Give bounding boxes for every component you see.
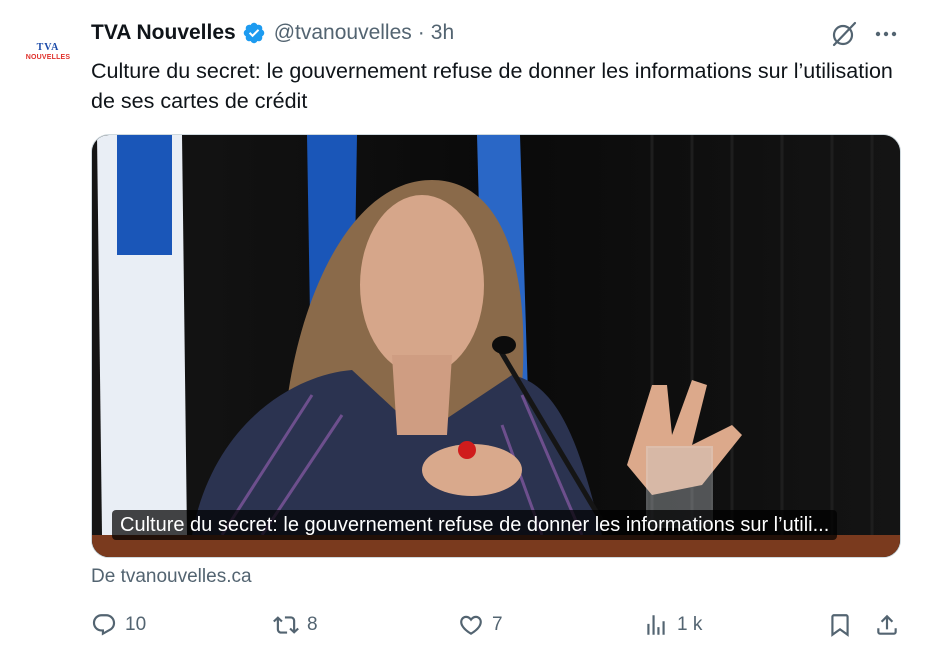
tweet-header: TVA Nouvelles @tvanouvelles · 3h bbox=[91, 19, 454, 47]
separator-dot: · bbox=[417, 21, 425, 44]
avatar-logo-top: TVA bbox=[36, 41, 60, 53]
avatar[interactable]: TVA NOUVELLES bbox=[16, 20, 80, 84]
card-source[interactable]: De tvanouvelles.ca bbox=[91, 566, 252, 588]
repost-icon bbox=[273, 616, 299, 634]
timestamp[interactable]: 3h bbox=[431, 21, 454, 45]
repost-button[interactable]: 8 bbox=[273, 608, 318, 642]
bookmark-icon bbox=[831, 614, 849, 637]
share-button[interactable] bbox=[874, 608, 900, 642]
like-count: 7 bbox=[492, 614, 503, 635]
grok-icon bbox=[832, 21, 857, 47]
tweet-text: Culture du secret: le gouvernement refus… bbox=[91, 59, 893, 113]
reply-count: 10 bbox=[125, 614, 147, 635]
bookmark-button[interactable] bbox=[827, 608, 853, 642]
grok-button[interactable] bbox=[828, 18, 860, 50]
verified-badge-icon[interactable] bbox=[242, 21, 266, 45]
avatar-logo-bottom: NOUVELLES bbox=[25, 53, 71, 61]
tweet-actions: 10 8 7 1 k bbox=[91, 608, 903, 642]
author-name[interactable]: TVA Nouvelles bbox=[91, 21, 236, 45]
views-icon bbox=[647, 615, 665, 635]
views-count: 1 k bbox=[677, 614, 703, 635]
reply-icon bbox=[92, 614, 116, 636]
heart-icon bbox=[460, 615, 482, 635]
reply-button[interactable]: 10 bbox=[91, 608, 146, 642]
link-card[interactable]: Culture du secret: le gouvernement refus… bbox=[91, 134, 901, 558]
card-photo bbox=[92, 135, 900, 557]
share-icon bbox=[877, 614, 897, 635]
more-dots-icon bbox=[875, 31, 897, 37]
like-button[interactable]: 7 bbox=[458, 608, 503, 642]
views-button[interactable]: 1 k bbox=[643, 608, 702, 642]
repost-count: 8 bbox=[307, 614, 318, 635]
card-caption[interactable]: Culture du secret: le gouvernement refus… bbox=[112, 510, 838, 540]
more-options-button[interactable] bbox=[870, 18, 902, 50]
author-handle[interactable]: @tvanouvelles bbox=[274, 21, 412, 45]
